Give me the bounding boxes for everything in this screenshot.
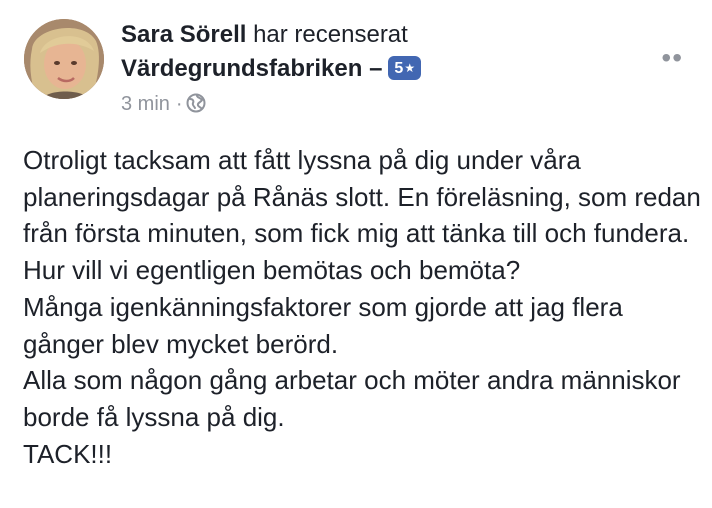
header-line: Sara Sörell har recenserat: [121, 18, 681, 52]
timestamp[interactable]: 3 min: [121, 93, 170, 115]
review-post: Sara Sörell har recenserat Värdegrundsfa…: [0, 0, 712, 508]
review-paragraph: Otroligt tacksam att fått lyssna på dig …: [23, 145, 701, 249]
author-name[interactable]: Sara Sörell: [121, 21, 246, 48]
meta-separator: ·: [175, 93, 183, 115]
globe-icon[interactable]: [186, 93, 206, 121]
review-paragraph: Hur vill vi egentligen bemötas och bemöt…: [23, 255, 521, 286]
header-page-line: Värdegrundsfabriken –5★: [121, 52, 681, 86]
review-paragraph: Många igenkänningsfaktorer som gjorde at…: [23, 291, 623, 359]
page-name[interactable]: Värdegrundsfabriken –: [121, 55, 382, 82]
review-paragraph: TACK!!!: [23, 438, 113, 469]
avatar[interactable]: [24, 19, 104, 99]
rating-value: 5: [394, 60, 404, 77]
more-options-icon[interactable]: ••: [661, 44, 683, 72]
post-header: Sara Sörell har recenserat Värdegrundsfa…: [121, 18, 683, 121]
post-meta: 3 min ·: [121, 90, 681, 121]
review-text: Otroligt tacksam att fått lyssna på dig …: [23, 142, 703, 472]
star-icon: ★: [404, 61, 416, 75]
rating-badge: 5★: [388, 56, 422, 80]
action-text: har recenserat: [253, 21, 408, 48]
review-paragraph: Alla som någon gång arbetar och möter an…: [23, 365, 681, 432]
